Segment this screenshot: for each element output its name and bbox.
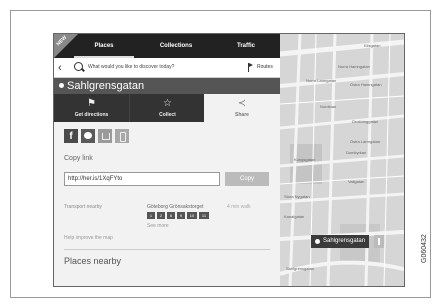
copy-button[interactable]: Copy — [225, 172, 269, 186]
facebook-icon[interactable]: f — [64, 129, 78, 143]
star-icon: ☆ — [163, 98, 172, 109]
download-icon[interactable] — [98, 129, 112, 143]
pin-dot-icon — [315, 239, 320, 244]
map-view[interactable]: Kilsgatan Norra Hamngatan Östra Hamngata… — [280, 34, 404, 286]
place-title-bar: Sahlgrensgatan — [54, 78, 280, 94]
messenger-icon[interactable] — [81, 129, 95, 143]
pin-label: Sahlgrensgatan — [323, 238, 366, 244]
walk-time: 4 min walk — [227, 204, 251, 210]
copy-link-heading: Copy link — [64, 155, 93, 162]
street-label: Drottninggatan — [352, 119, 379, 124]
app-window: NEW Places Collections Traffic ‹ What wo… — [54, 34, 404, 286]
location-pin-label[interactable]: Sahlgrensgatan — [311, 235, 370, 248]
street-label: Kungsgatan — [294, 157, 316, 162]
tab-places[interactable]: Places — [74, 34, 134, 58]
share-icon: ≺ — [237, 98, 247, 109]
place-title: Sahlgrensgatan — [67, 80, 145, 92]
help-improve-link[interactable]: Help improve the map — [64, 235, 113, 241]
street-label: Stora Nygatan — [284, 194, 310, 199]
line-badge: 1 — [147, 212, 155, 219]
line-badge: 2 — [157, 212, 165, 219]
street-label: Nordstan — [320, 104, 337, 109]
street-label: Kanalgatan — [284, 214, 305, 219]
see-more-link[interactable]: See more — [147, 223, 169, 229]
tab-traffic[interactable]: Traffic — [216, 34, 276, 58]
street-label: Domkyrkan — [346, 150, 367, 155]
street-label: Norra Larmgatan — [306, 78, 337, 83]
share-button[interactable]: ≺ Share — [204, 94, 280, 122]
phone-icon[interactable] — [115, 129, 129, 143]
transport-nearby-label: Transport nearby — [64, 204, 102, 210]
street-label: Östra Hamngatan — [350, 82, 382, 87]
left-panel: NEW Places Collections Traffic ‹ What wo… — [54, 34, 280, 286]
get-directions-label: Get directions — [74, 112, 109, 118]
share-label: Share — [235, 112, 249, 118]
route-to-pin-icon[interactable] — [374, 235, 384, 248]
street-label: Norra Hamngatan — [338, 64, 370, 69]
line-badge: 11 — [199, 212, 209, 219]
search-bar: ‹ What would you like to discover today?… — [54, 58, 280, 78]
get-directions-button[interactable]: ⚑ Get directions — [54, 94, 129, 122]
places-nearby-heading[interactable]: Places nearby — [64, 256, 121, 266]
routes-button[interactable]: Routes — [257, 62, 273, 73]
street-label: Östra Larmgatan — [350, 139, 381, 144]
top-tab-bar: NEW Places Collections Traffic — [54, 34, 280, 58]
search-input[interactable]: What would you like to discover today? — [88, 62, 174, 73]
line-badge: 6 — [167, 212, 175, 219]
stop-name[interactable]: Göteborg Grönsakstorget — [147, 204, 203, 210]
directions-icon: ⚑ — [87, 98, 96, 109]
routes-icon[interactable] — [248, 63, 254, 72]
collect-label: Collect — [159, 112, 176, 118]
street-label: Sahlgrensgatan — [286, 266, 315, 271]
search-icon — [74, 62, 83, 71]
street-label: Vallgatan — [348, 179, 365, 184]
line-badge: 9 — [177, 212, 185, 219]
tab-collections[interactable]: Collections — [146, 34, 206, 58]
divider — [64, 249, 270, 250]
chevron-left-icon[interactable]: ‹ — [58, 61, 62, 75]
street-label: Kilsgatan — [364, 43, 381, 48]
action-bar: ⚑ Get directions ☆ Collect ≺ Share — [54, 94, 280, 122]
location-dot-icon — [59, 83, 64, 88]
line-badge: 10 — [187, 212, 197, 219]
link-field[interactable]: http://her.is/1XqFYto — [64, 172, 220, 186]
figure-code: G060432 — [421, 234, 428, 263]
collect-button[interactable]: ☆ Collect — [129, 94, 205, 122]
